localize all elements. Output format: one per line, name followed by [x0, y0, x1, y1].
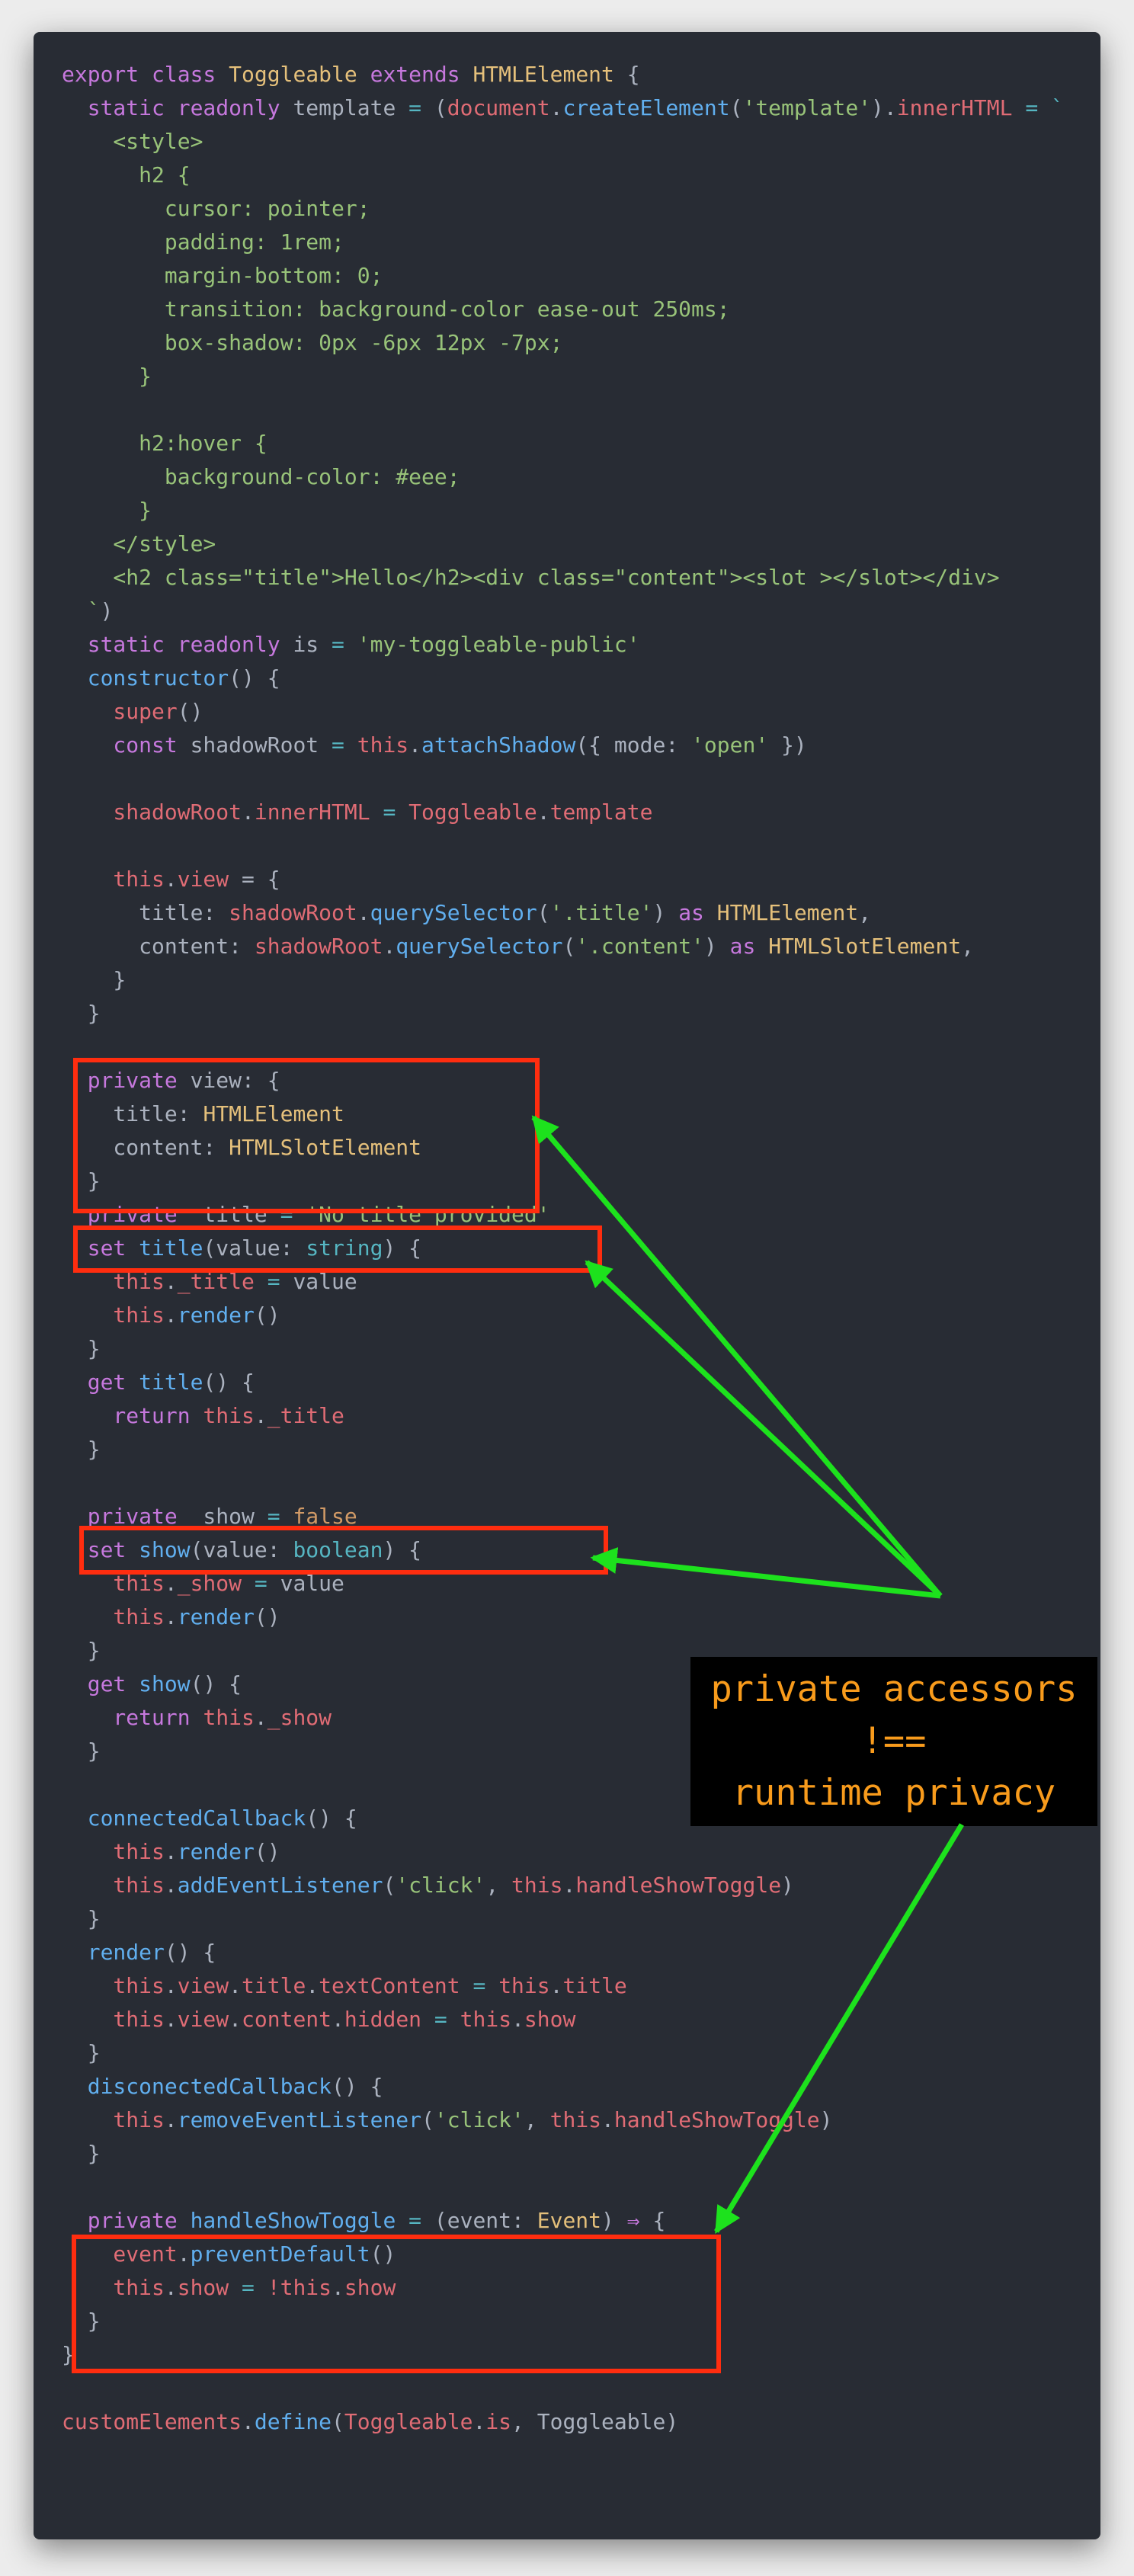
- annotation-arrows: [531, 1115, 964, 2234]
- code-editor: export class Toggleable extends HTMLElem…: [34, 32, 1100, 2539]
- arrow-to-view: [531, 1115, 943, 1598]
- arrow-to-handle-show-toggle: [714, 1823, 964, 2234]
- arrow-to-title: [585, 1260, 943, 1598]
- arrow-to-show: [590, 1547, 941, 1599]
